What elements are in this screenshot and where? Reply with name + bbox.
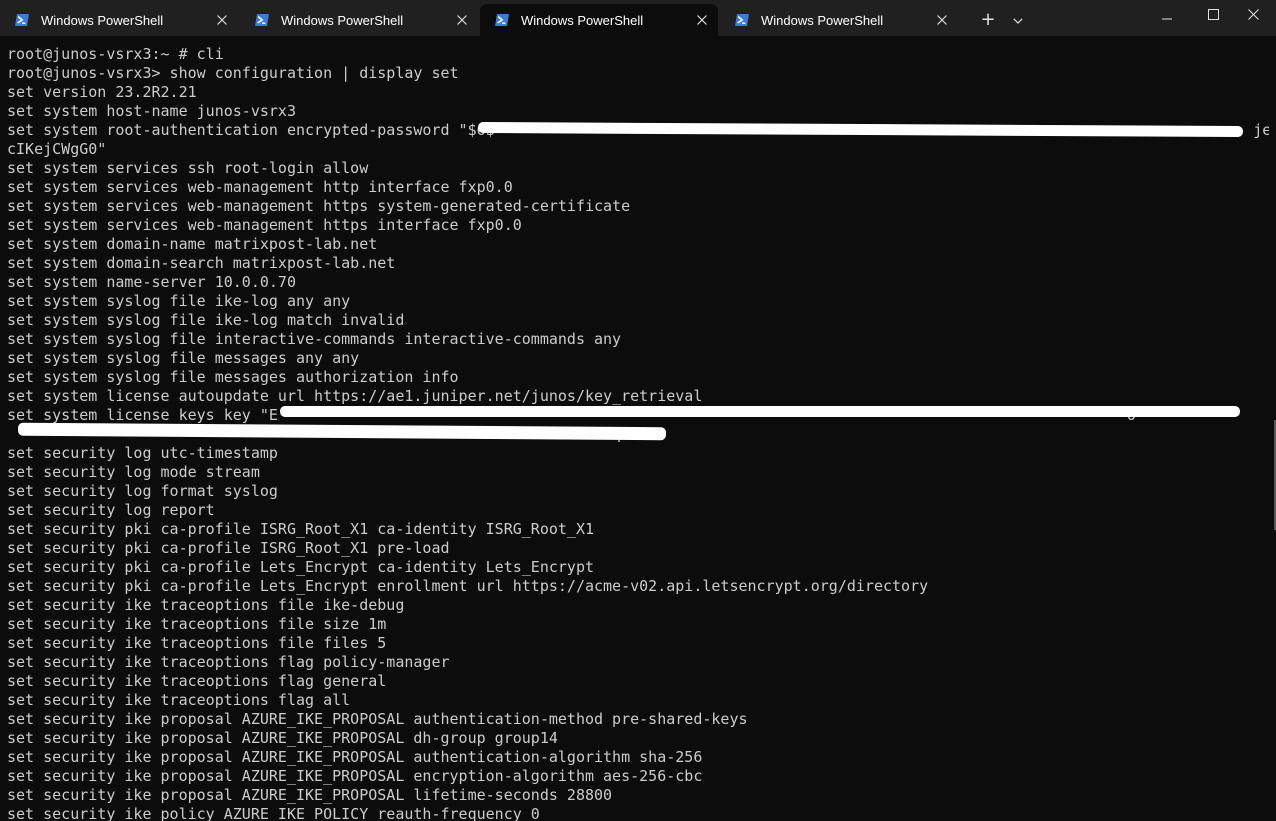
tab-label: Windows PowerShell [281,12,404,28]
terminal-line: set security ike traceoptions file ike-d… [7,596,405,614]
terminal-line: set system syslog file ike-log match inv… [7,311,405,329]
powershell-icon [254,12,270,28]
terminal-line: set security ike proposal AZURE_IKE_PROP… [7,748,703,766]
tab-powershell-3-active[interactable]: Windows PowerShell [480,4,718,36]
terminal-line: set system domain-search matrixpost-lab.… [7,254,396,272]
terminal-line: set system services ssh root-login allow [7,159,369,177]
terminal-line: set system services web-management http … [7,178,513,196]
terminal-line: set system services web-management https… [7,216,522,234]
terminal-line: set security ike traceoptions flag gener… [7,672,387,690]
terminal-line: set security log utc-timestamp [7,444,278,462]
terminal-line: set security ike traceoptions file files… [7,634,387,652]
terminal-window: Windows PowerShell Windows PowerShell Wi… [0,0,1276,821]
close-window-button[interactable] [1230,0,1276,32]
maximize-icon [1207,7,1219,25]
terminal-line: root@junos-vsrx3:~ # cli [7,45,224,63]
terminal-line: set system syslog file messages any any [7,349,360,367]
terminal-line: set system host-name junos-vsrx3 [7,102,296,120]
plus-icon: + [980,9,996,30]
terminal-line: set system domain-name matrixpost-lab.ne… [7,235,378,253]
terminal-line: set security ike proposal AZURE_IKE_PROP… [7,786,613,804]
terminal-line: set security pki ca-profile ISRG_Root_X1… [7,520,594,538]
terminal-line: set security ike policy AZURE_IKE_POLICY… [7,805,540,821]
powershell-icon [494,12,510,28]
tab-powershell-4[interactable]: Windows PowerShell [720,4,958,36]
terminal-line: set security ike traceoptions flag polic… [7,653,450,671]
powershell-icon [14,12,30,28]
terminal-line: set security ike proposal AZURE_IKE_PROP… [7,729,558,747]
terminal-line: set security ike proposal AZURE_IKE_PROP… [7,767,703,785]
close-icon[interactable] [694,12,710,28]
terminal-line: set system syslog file messages authoriz… [7,368,459,386]
terminal-line: set security pki ca-profile Lets_Encrypt… [7,577,929,595]
terminal-line: set version 23.2R2.21 [7,83,197,101]
terminal-line: set security log report [7,501,215,519]
close-icon [1247,7,1259,25]
tab-label: Windows PowerShell [761,12,884,28]
terminal-line: set system services web-management https… [7,197,631,215]
terminal-line: set security log mode stream [7,463,260,481]
chevron-down-icon [1013,11,1023,29]
title-bar: Windows PowerShell Windows PowerShell Wi… [0,0,1276,36]
tab-powershell-1[interactable]: Windows PowerShell [0,4,238,36]
tab-label: Windows PowerShell [41,12,164,28]
terminal-line: set system syslog file interactive-comma… [7,330,622,348]
minimize-icon [1162,7,1172,25]
terminal-line: set security pki ca-profile ISRG_Root_X1… [7,539,450,557]
terminal-line: set security ike traceoptions flag all [7,691,351,709]
powershell-icon [734,12,750,28]
terminal-line: set system license autoupdate url https:… [7,387,703,405]
terminal-line: set security ike proposal AZURE_IKE_PROP… [7,710,748,728]
terminal-line: root@junos-vsrx3> show configuration | d… [7,64,459,82]
close-icon[interactable] [214,12,230,28]
tab-powershell-2[interactable]: Windows PowerShell [240,4,478,36]
terminal-line: set system syslog file ike-log any any [7,292,351,310]
new-tab-button[interactable]: + [972,4,1004,36]
tab-label: Windows PowerShell [521,12,644,28]
terminal-line: set security pki ca-profile Lets_Encrypt… [7,558,594,576]
minimize-button[interactable] [1144,0,1190,32]
terminal-line: set security ike traceoptions file size … [7,615,387,633]
close-icon[interactable] [454,12,470,28]
terminal-line: set system name-server 10.0.0.70 [7,273,296,291]
terminal-line: cIKejCWgG0" [7,140,107,158]
redaction-mark [280,406,1240,417]
tab-dropdown-button[interactable] [1002,4,1034,36]
terminal-line: set security log format syslog [7,482,278,500]
close-icon[interactable] [934,12,950,28]
